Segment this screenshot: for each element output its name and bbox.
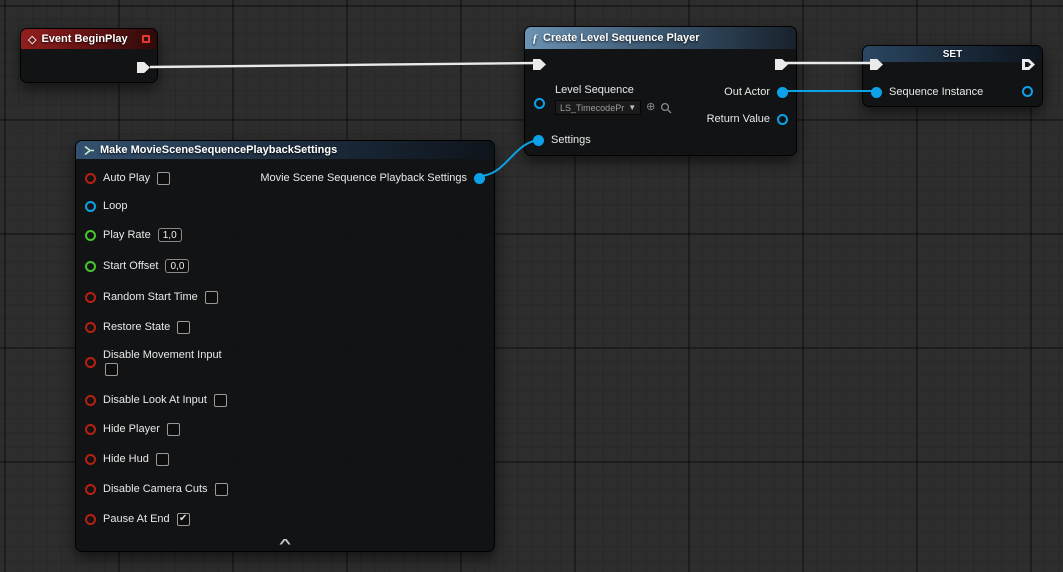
node-make-playback-settings[interactable]: Make MovieSceneSequencePlaybackSettings … — [75, 140, 495, 552]
function-icon: ƒ — [532, 31, 538, 46]
float-pin-play-rate[interactable] — [85, 230, 96, 241]
pin-row-hide-player: Hide Player — [85, 418, 180, 440]
exec-input-pin[interactable] — [533, 58, 546, 71]
pin-label-settings: Settings — [551, 134, 591, 146]
set-node-header[interactable]: SET — [863, 46, 1042, 62]
blueprint-graph-canvas[interactable]: ◇ Event BeginPlay ƒ Create Level Sequenc… — [0, 0, 1063, 572]
exec-output-pin[interactable] — [137, 61, 150, 74]
pin-row-disable-movement-input: Disable Movement Input — [85, 343, 222, 381]
checkbox-disable-movement-input[interactable] — [105, 363, 118, 376]
pin-label: Random Start Time — [103, 291, 198, 303]
event-icon: ◇ — [28, 33, 36, 46]
browse-asset-icon[interactable] — [660, 102, 672, 114]
pin-row-start-offset: Start Offset 0,0 — [85, 255, 189, 277]
start-offset-input[interactable]: 0,0 — [165, 259, 189, 273]
pin-row-random-start-time: Random Start Time — [85, 286, 218, 308]
node-title: Event BeginPlay — [41, 33, 127, 45]
bool-pin-disable-movement-input[interactable] — [85, 357, 96, 368]
float-pin-start-offset[interactable] — [85, 261, 96, 272]
pin-label-sequence-instance: Sequence Instance — [889, 86, 983, 98]
pin-label: Play Rate — [103, 229, 151, 241]
node-set-sequence-instance[interactable]: SET Sequence Instance — [862, 45, 1043, 107]
checkbox-random-start-time[interactable] — [205, 291, 218, 304]
node-create-level-sequence-player[interactable]: ƒ Create Level Sequence Player Level Seq… — [524, 26, 797, 156]
use-selected-asset-icon[interactable]: ⊕ — [646, 102, 655, 113]
pin-row-hide-hud: Hide Hud — [85, 448, 169, 470]
pin-label: Pause At End — [103, 513, 170, 525]
checkbox-hide-hud[interactable] — [156, 453, 169, 466]
out-actor-pin[interactable] — [777, 87, 788, 98]
bool-pin-hide-hud[interactable] — [85, 454, 96, 465]
pin-row-disable-look-at-input: Disable Look At Input — [85, 389, 227, 411]
pin-row-play-rate: Play Rate 1,0 — [85, 224, 182, 246]
delegate-pin[interactable] — [142, 35, 150, 43]
checkbox-restore-state[interactable] — [177, 321, 190, 334]
pin-label-level-sequence: Level Sequence — [555, 84, 672, 96]
pin-label-playback-settings-output: Movie Scene Sequence Playback Settings — [260, 172, 467, 184]
chevron-down-icon: ▼ — [628, 103, 636, 112]
node-title: SET — [943, 49, 962, 60]
pin-label: Loop — [103, 200, 127, 212]
level-sequence-select[interactable]: LS_TimecodePr ▼ — [555, 100, 641, 115]
exec-output-pin[interactable] — [775, 58, 788, 71]
return-value-pin[interactable] — [777, 114, 788, 125]
bool-pin-pause-at-end[interactable] — [85, 514, 96, 525]
event-node-header[interactable]: ◇ Event BeginPlay — [21, 29, 157, 49]
checkbox-hide-player[interactable] — [167, 423, 180, 436]
pin-row-loop: Loop — [85, 195, 127, 217]
checkbox-disable-camera-cuts[interactable] — [215, 483, 228, 496]
bool-pin-hide-player[interactable] — [85, 424, 96, 435]
play-rate-input[interactable]: 1,0 — [158, 228, 182, 242]
checkbox-disable-look-at-input[interactable] — [214, 394, 227, 407]
bool-pin-restore-state[interactable] — [85, 322, 96, 333]
bool-pin-disable-look-at-input[interactable] — [85, 395, 96, 406]
pin-label: Hide Player — [103, 423, 160, 435]
playback-settings-output-pin[interactable] — [474, 173, 485, 184]
pin-label: Disable Look At Input — [103, 394, 207, 406]
bool-pin-random-start-time[interactable] — [85, 292, 96, 303]
pin-label-out-actor: Out Actor — [724, 86, 770, 98]
node-event-beginplay[interactable]: ◇ Event BeginPlay — [20, 28, 158, 83]
pin-label: Restore State — [103, 321, 170, 333]
function-node-header[interactable]: ƒ Create Level Sequence Player — [525, 27, 796, 49]
pin-label: Auto Play — [103, 172, 150, 184]
sequence-instance-input-pin[interactable] — [871, 87, 882, 98]
level-sequence-pin[interactable] — [534, 98, 545, 109]
settings-pin[interactable] — [533, 135, 544, 146]
node-title: Create Level Sequence Player — [543, 32, 700, 44]
pin-row-disable-camera-cuts: Disable Camera Cuts — [85, 478, 228, 500]
bool-pin-disable-camera-cuts[interactable] — [85, 484, 96, 495]
pin-row-pause-at-end: Pause At End ✔ — [85, 508, 190, 530]
pin-label: Disable Camera Cuts — [103, 483, 208, 495]
collapse-node-chevron[interactable]: ∧ — [75, 536, 495, 547]
object-pin-loop[interactable] — [85, 201, 96, 212]
checkbox-pause-at-end[interactable]: ✔ — [177, 513, 190, 526]
checkbox-auto-play[interactable] — [157, 172, 170, 185]
pin-label-return-value: Return Value — [707, 113, 770, 125]
pin-label: Disable Movement Input — [103, 349, 222, 361]
bool-pin-auto-play[interactable] — [85, 173, 96, 184]
pin-row-restore-state: Restore State — [85, 316, 190, 338]
wire-exec-beginplay-to-create[interactable] — [150, 63, 536, 67]
make-node-header[interactable]: Make MovieSceneSequencePlaybackSettings — [76, 141, 494, 159]
node-title: Make MovieSceneSequencePlaybackSettings — [100, 144, 337, 156]
pin-row-auto-play: Auto Play — [85, 167, 170, 189]
make-struct-icon — [83, 145, 95, 156]
level-sequence-selected-value: LS_TimecodePr — [560, 103, 624, 113]
pin-label: Start Offset — [103, 260, 158, 272]
sequence-instance-output-pin[interactable] — [1022, 86, 1033, 97]
pin-label: Hide Hud — [103, 453, 149, 465]
